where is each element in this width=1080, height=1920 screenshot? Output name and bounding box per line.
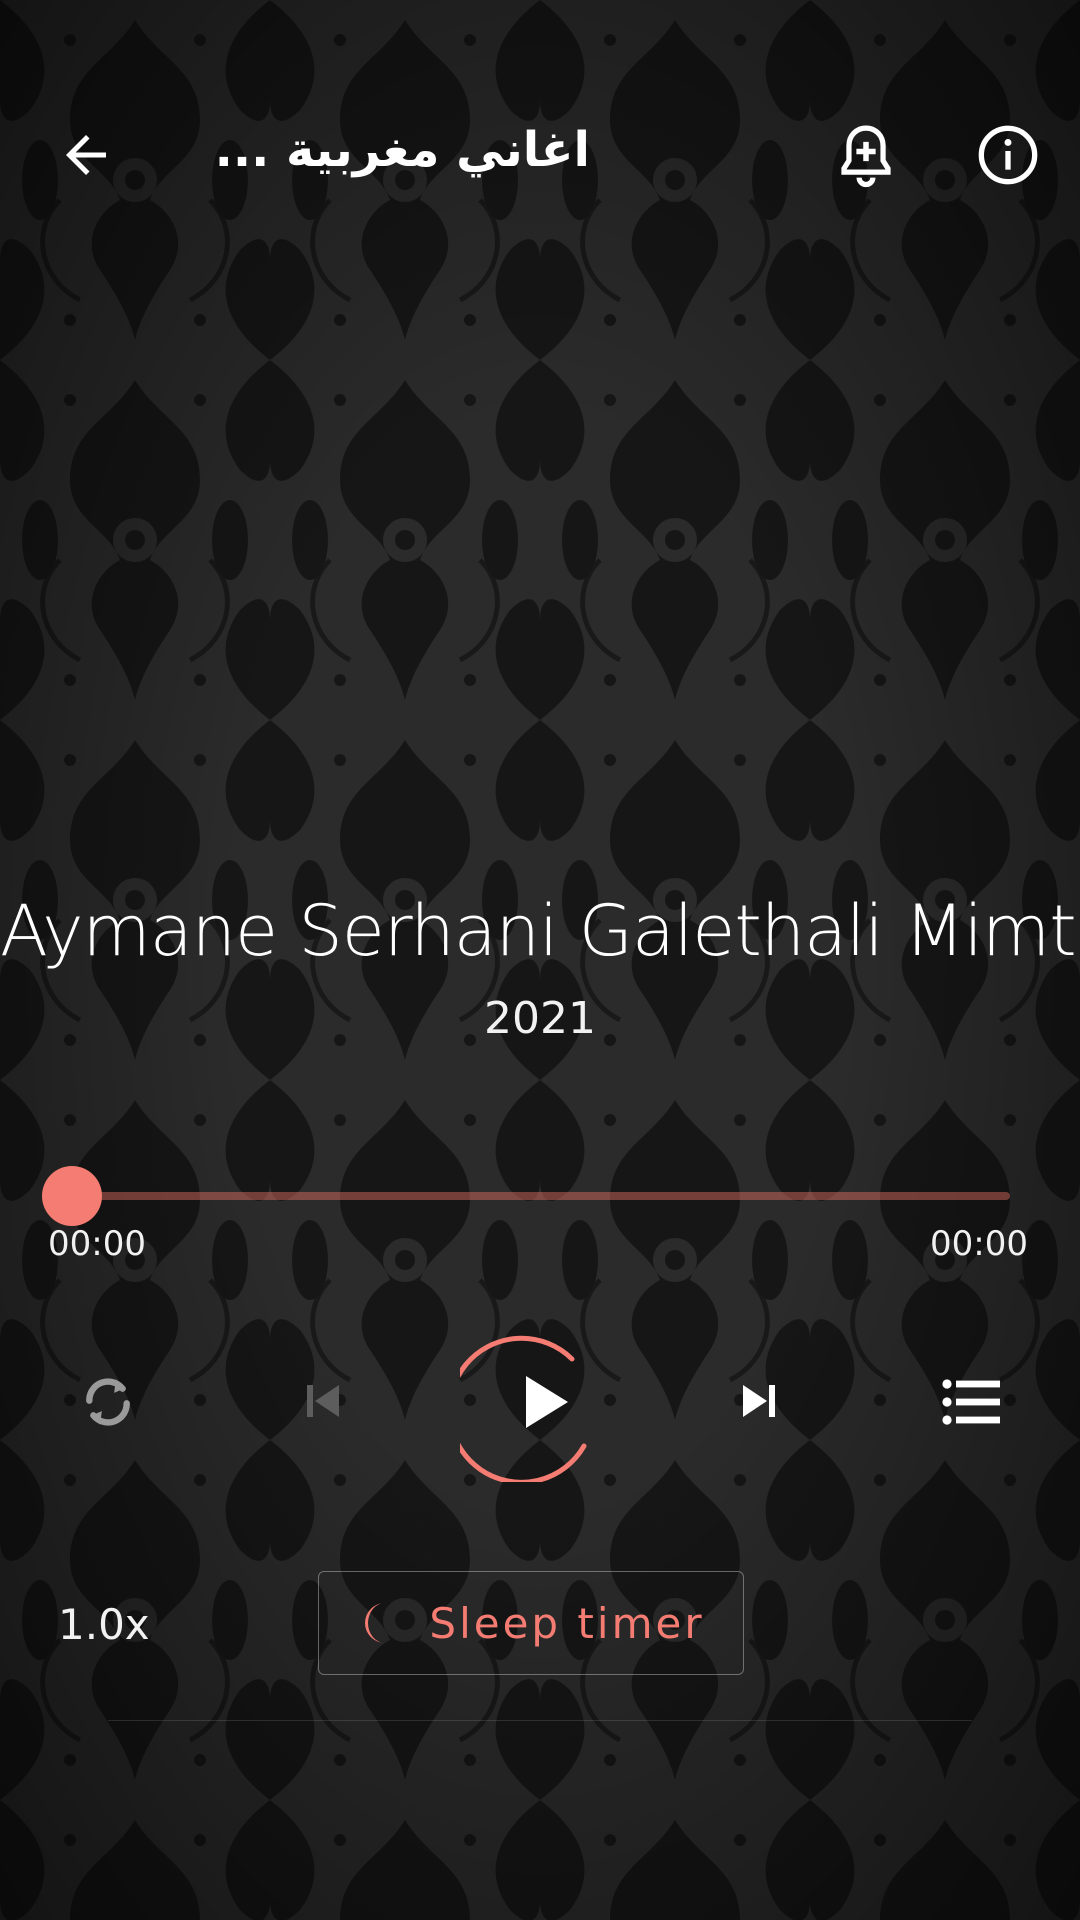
add-reminder-button[interactable] (826, 115, 906, 199)
seek-bar[interactable] (42, 1160, 1012, 1230)
repeat-icon (86, 1378, 130, 1426)
total-duration: 00:00 (930, 1224, 1028, 1264)
seek-thumb[interactable] (42, 1166, 102, 1226)
playback-speed-button[interactable]: 1.0x (58, 1600, 150, 1649)
top-app-bar: اغاني مغربية ... (0, 95, 1080, 215)
arrow-back-icon (66, 135, 106, 175)
sleep-timer-label: Sleep timer (429, 1598, 705, 1648)
moon-icon (365, 1603, 386, 1643)
player-screen: اغاني مغربية ... Aymane Serhani Galethal… (0, 0, 1080, 1920)
repeat-button[interactable] (72, 1362, 144, 1442)
page-title: اغاني مغربية ... (214, 122, 590, 178)
divider (108, 1720, 972, 1721)
skip-previous-icon (307, 1385, 339, 1417)
next-button[interactable] (730, 1372, 788, 1430)
previous-button[interactable] (294, 1372, 352, 1430)
song-year: 2021 (484, 993, 596, 1044)
skip-next-icon (743, 1385, 775, 1417)
sleep-timer-button[interactable]: Sleep timer (318, 1571, 744, 1675)
song-title: Aymane Serhani Galethali Mimti (0, 890, 1080, 972)
play-button[interactable] (460, 1322, 620, 1482)
seek-track (72, 1192, 1010, 1200)
bell-plus-icon (841, 125, 891, 188)
play-icon (460, 1335, 587, 1482)
info-icon (978, 125, 1038, 185)
info-button[interactable] (968, 115, 1048, 195)
queue-button[interactable] (940, 1374, 1002, 1430)
loading-ring (460, 1335, 587, 1482)
back-button[interactable] (48, 117, 124, 193)
elapsed-time: 00:00 (48, 1224, 146, 1264)
queue-list-icon (942, 1379, 1000, 1425)
